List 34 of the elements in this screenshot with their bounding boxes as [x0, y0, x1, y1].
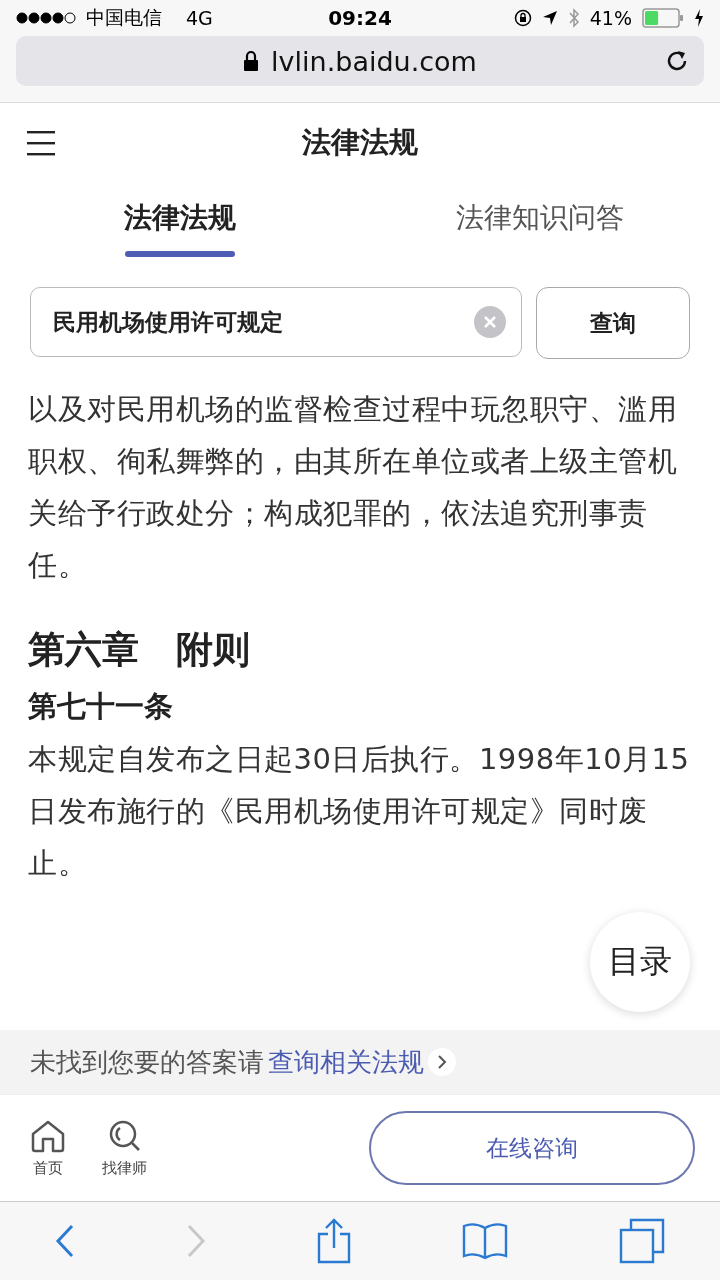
address-bar[interactable]: lvlin.baidu.com: [16, 36, 704, 86]
nav-item[interactable]: 首页: [30, 1118, 66, 1178]
home-icon: [30, 1118, 66, 1153]
location-icon: [541, 10, 558, 26]
battery-percent: 41%: [589, 7, 632, 29]
network-type: 4G: [186, 7, 213, 29]
article-number: 第七十一条: [28, 688, 174, 725]
back-icon[interactable]: [55, 1224, 76, 1258]
article-paragraph: 以及对民用机场的监督检查过程中玩忽职守、滥用职权、徇私舞弊的，由其所在单位或者上级主管机关给予行政处分；构成犯罪的，依法追究刑事责任。: [28, 391, 678, 584]
share-icon[interactable]: [317, 1218, 351, 1264]
charging-icon: [694, 9, 704, 27]
battery-icon: [642, 8, 684, 28]
hint-text: 未找到您要的答案请: [30, 1045, 264, 1079]
search-field[interactable]: 民用机场使用许可规定: [30, 287, 522, 357]
consult-button[interactable]: 在线咨询: [369, 1111, 695, 1185]
carrier-name: 中国电信: [86, 5, 162, 30]
search-button[interactable]: 查询: [536, 287, 690, 359]
tab[interactable]: 法律法规: [0, 183, 360, 273]
related-laws-link[interactable]: 查询相关法规: [268, 1044, 424, 1080]
toc-button[interactable]: 目录: [590, 912, 690, 1012]
rotation-lock-icon: [513, 9, 532, 27]
bluetooth-icon: [567, 8, 580, 28]
tabs-icon[interactable]: [618, 1218, 665, 1264]
menu-icon[interactable]: [27, 130, 55, 156]
chapter-heading: 第六章 附则: [28, 627, 251, 673]
tab[interactable]: 法律知识问答: [360, 183, 720, 273]
page-title: 法律法规: [302, 124, 418, 161]
bookmarks-icon[interactable]: [461, 1222, 508, 1260]
article-paragraph: 本规定自发布之日起30日后执行。1998年10月15日发布施行的《民用机场使用许可规定》同时废止。: [28, 741, 691, 882]
chevron-right-icon[interactable]: [428, 1048, 456, 1076]
lock-icon: [243, 50, 260, 72]
signal-icon: [16, 12, 76, 24]
nav-item[interactable]: 找律师: [102, 1118, 147, 1178]
status-time: 09:24: [328, 6, 392, 30]
